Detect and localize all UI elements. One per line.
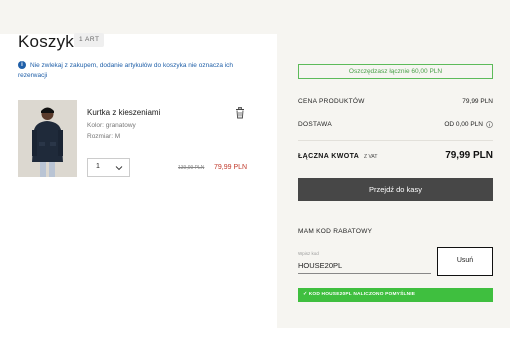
item-count-badge: 1 ART <box>74 33 105 47</box>
quantity-select[interactable]: 1 <box>87 158 130 177</box>
info-circle-icon[interactable] <box>486 121 493 128</box>
product-color: Kolor: granatowy <box>87 122 136 129</box>
product-name[interactable]: Kurtka z kieszeniami <box>87 108 160 117</box>
shipping-label: DOSTAWA <box>298 121 332 128</box>
discount-code-input[interactable] <box>298 258 431 274</box>
trash-icon[interactable] <box>235 106 245 119</box>
checkout-button[interactable]: Przejdź do kasy <box>298 178 493 201</box>
total-value: 79,99 PLN <box>445 150 493 161</box>
shipping-value-row: OD 0,00 PLN <box>444 121 493 128</box>
remove-code-button[interactable]: Usuń <box>437 247 493 276</box>
products-price-value: 79,99 PLN <box>462 98 493 105</box>
product-image[interactable] <box>18 100 77 177</box>
total-vat-note: Z VAT <box>364 154 378 160</box>
sale-price: 79,99 PLN <box>214 164 248 171</box>
reservation-notice: Nie zwlekaj z zakupem, dodanie artykułów… <box>18 62 234 79</box>
info-icon: i <box>18 61 26 69</box>
products-price-label: CENA PRODUKTÓW <box>298 98 365 105</box>
total-label: ŁĄCZNA KWOTA <box>298 153 360 160</box>
code-success-message: ✓ KOD HOUSE20PL NALICZONO POMYŚLNIE <box>298 288 493 302</box>
chevron-down-icon <box>115 166 123 171</box>
quantity-value: 1 <box>96 163 100 170</box>
discount-code-label: MAM KOD RABATOWY <box>298 228 373 235</box>
code-field-label: Wpisz kod <box>298 251 319 256</box>
old-price: 139,99 PLN <box>178 165 205 171</box>
top-bar <box>0 0 510 34</box>
shipping-value: OD 0,00 PLN <box>444 121 483 128</box>
product-size: Rozmiar: M <box>87 133 121 140</box>
cart-title: Koszyk <box>18 32 74 51</box>
savings-banner: Oszczędzasz łącznie 60,00 PLN <box>298 64 493 79</box>
summary-divider <box>298 140 493 141</box>
product-photo <box>18 100 77 177</box>
